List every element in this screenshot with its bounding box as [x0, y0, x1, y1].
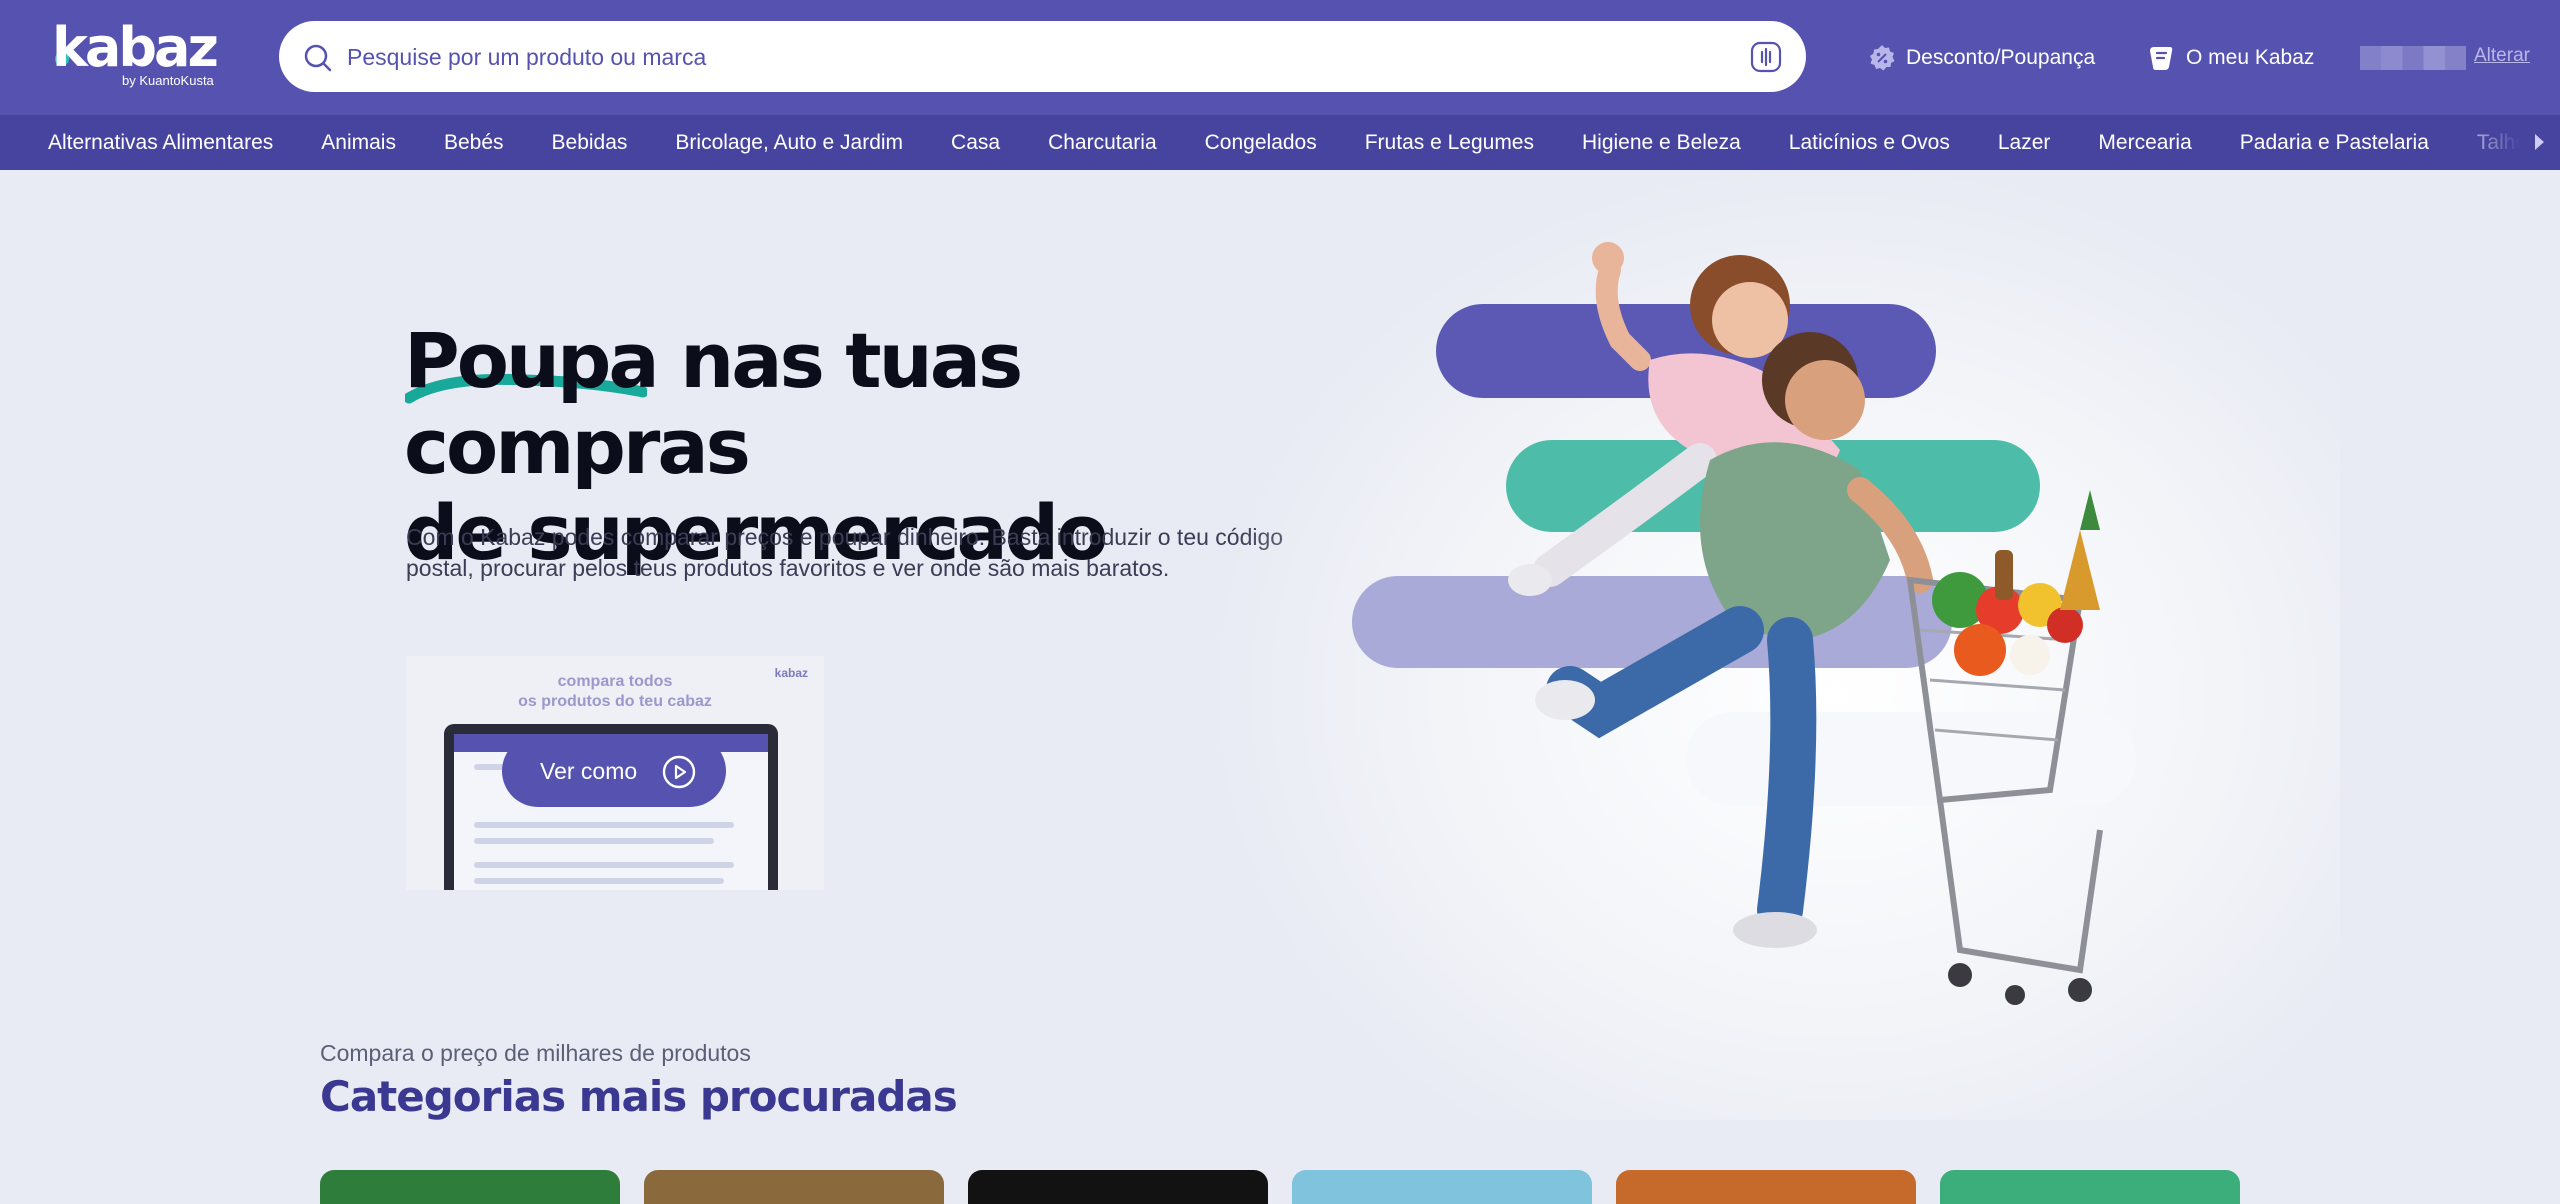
postcode-redacted — [2360, 46, 2466, 70]
category-card[interactable] — [1292, 1170, 1592, 1204]
category-card[interactable] — [644, 1170, 944, 1204]
category-nav-item[interactable]: Bricolage, Auto e Jardim — [651, 131, 927, 155]
category-nav-item[interactable]: Padaria e Pastelaria — [2216, 131, 2453, 155]
hero-description: Com o Kabaz podes comparar preços e poup… — [406, 524, 1284, 581]
category-nav-item[interactable]: Congelados — [1181, 131, 1341, 155]
top-header: kabaz by KuantoKusta Desconto/Poupança — [0, 0, 2560, 115]
chevron-right-icon[interactable] — [2528, 131, 2550, 153]
discount-label: Desconto/Poupança — [1906, 46, 2096, 69]
video-heading: compara todos os produtos do teu cabaz — [406, 672, 824, 712]
kabaz-logo[interactable]: kabaz by KuantoKusta — [52, 16, 224, 92]
video-heading-line-2: os produtos do teu cabaz — [518, 693, 712, 710]
video-heading-line-1: compara todos — [557, 673, 673, 690]
play-icon — [662, 755, 696, 789]
category-nav: Alternativas Alimentares Animais Bebés Bebi… — [0, 115, 2560, 170]
category-nav-item[interactable]: Lazer — [1974, 131, 2075, 155]
couple-shopping-cart-image — [1508, 242, 2103, 1005]
discount-icon — [1870, 45, 1895, 71]
category-nav-item[interactable]: Mercearia — [2074, 131, 2215, 155]
category-nav-item[interactable]: Frutas e Legumes — [1341, 131, 1558, 155]
basket-icon — [2150, 47, 2173, 70]
screen-row — [474, 822, 734, 828]
category-nav-item[interactable]: Animais — [297, 131, 420, 155]
category-nav-item[interactable]: Charcutaria — [1024, 131, 1181, 155]
section-subtitle: Compara o preço de milhares de produtos — [320, 1040, 751, 1066]
search-bar[interactable] — [279, 21, 1806, 92]
screen-row — [474, 862, 734, 868]
my-kabaz-label: O meu Kabaz — [2186, 46, 2315, 69]
category-card[interactable] — [320, 1170, 620, 1204]
category-card[interactable] — [968, 1170, 1268, 1204]
category-nav-list: Alternativas Alimentares Animais Bebés Bebi… — [0, 115, 2520, 170]
screen-row — [474, 878, 724, 884]
watch-video-button[interactable]: Ver como — [502, 735, 726, 807]
my-kabaz-link[interactable]: O meu Kabaz — [2146, 38, 2314, 78]
search-input[interactable] — [347, 35, 1647, 79]
category-nav-item[interactable]: Bebidas — [528, 131, 652, 155]
logo-wordmark: kabaz — [52, 16, 219, 79]
category-nav-item[interactable]: Alternativas Alimentares — [0, 131, 297, 155]
category-nav-item[interactable]: Laticínios e Ovos — [1765, 131, 1974, 155]
watch-video-label: Ver como — [540, 757, 638, 784]
category-nav-item[interactable]: Bebés — [420, 131, 528, 155]
discount-link[interactable]: Desconto/Poupança — [1868, 38, 2095, 78]
category-nav-fade — [2440, 115, 2520, 170]
hero-title-highlight: Poupa — [404, 316, 660, 405]
category-card[interactable] — [1616, 1170, 1916, 1204]
section-title: Categorias mais procuradas — [320, 1072, 958, 1121]
how-it-works-video[interactable]: compara todos os produtos do teu cabaz k… — [406, 656, 824, 890]
video-logo: kabaz — [774, 666, 808, 680]
category-card[interactable] — [1940, 1170, 2240, 1204]
microphone-icon[interactable] — [1750, 41, 1782, 73]
search-icon — [304, 44, 332, 72]
screen-row — [474, 838, 714, 844]
category-nav-item[interactable]: Casa — [927, 131, 1024, 155]
category-nav-item[interactable]: Higiene e Beleza — [1558, 131, 1765, 155]
logo-subtitle: by KuantoKusta — [122, 73, 214, 88]
category-cards — [320, 1170, 2240, 1204]
change-postcode-link[interactable]: Alterar — [2474, 45, 2530, 67]
